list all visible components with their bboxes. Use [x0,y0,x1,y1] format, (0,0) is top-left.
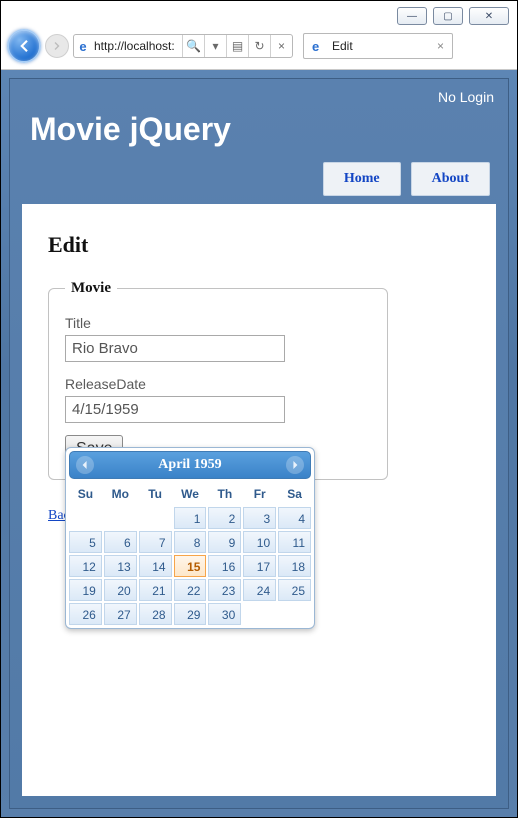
datepicker-blank [139,507,172,529]
datepicker-day[interactable]: 10 [243,531,276,553]
datepicker-dow: Mo [104,483,137,505]
datepicker-day[interactable]: 17 [243,555,276,577]
nav-forward-button [45,34,69,58]
datepicker-day[interactable]: 20 [104,579,137,601]
releasedate-field: ReleaseDate [65,376,371,423]
datepicker: April 1959 SuMoTuWeThFrSa123456789101112… [65,447,315,629]
title-field: Title [65,315,371,362]
address-tools: 🔍 ▾ ▤ ↻ × [182,35,292,57]
nav-back-button[interactable] [7,29,41,63]
compat-view-icon[interactable]: ▤ [226,35,248,57]
datepicker-month-label: April 1959 [158,457,221,473]
datepicker-day[interactable]: 24 [243,579,276,601]
arrow-left-icon [15,37,33,55]
datepicker-day[interactable]: 13 [104,555,137,577]
ie-icon: e [312,39,326,54]
page-title: Edit [48,232,470,258]
datepicker-day[interactable]: 22 [174,579,207,601]
datepicker-day[interactable]: 29 [174,603,207,625]
maximize-button[interactable]: ▢ [433,7,463,25]
datepicker-day[interactable]: 11 [278,531,311,553]
page-body: No Login Movie jQuery Home About Edit Mo… [9,78,509,809]
datepicker-day[interactable]: 25 [278,579,311,601]
nav-about[interactable]: About [411,162,490,196]
search-icon[interactable]: 🔍 [182,35,204,57]
datepicker-dow: Tu [139,483,172,505]
datepicker-prev[interactable] [76,456,94,474]
datepicker-day[interactable]: 19 [69,579,102,601]
datepicker-dow: Sa [278,483,311,505]
releasedate-input[interactable] [65,396,285,423]
ie-icon: e [74,39,92,54]
browser-window: — ▢ ✕ e 🔍 ▾ ▤ ↻ × e Edit × [0,0,518,818]
primary-nav: Home About [10,162,508,196]
datepicker-dow: Th [208,483,241,505]
datepicker-day[interactable]: 23 [208,579,241,601]
window-controls: — ▢ ✕ [1,1,517,27]
site-brand: Movie jQuery [10,105,508,162]
viewport: No Login Movie jQuery Home About Edit Mo… [1,70,517,817]
datepicker-day[interactable]: 28 [139,603,172,625]
datepicker-blank [104,507,137,529]
fieldset-legend: Movie [65,280,117,297]
datepicker-day[interactable]: 1 [174,507,207,529]
datepicker-day[interactable]: 2 [208,507,241,529]
stop-icon[interactable]: × [270,35,292,57]
tab-title: Edit [332,39,353,53]
datepicker-day[interactable]: 9 [208,531,241,553]
datepicker-dow: Fr [243,483,276,505]
title-label: Title [65,315,371,331]
datepicker-day[interactable]: 12 [69,555,102,577]
datepicker-day[interactable]: 6 [104,531,137,553]
datepicker-day[interactable]: 7 [139,531,172,553]
datepicker-day[interactable]: 15 [174,555,207,577]
datepicker-dow: Su [69,483,102,505]
title-input[interactable] [65,335,285,362]
url-dropdown-icon[interactable]: ▾ [204,35,226,57]
datepicker-day[interactable]: 4 [278,507,311,529]
browser-toolbar: e 🔍 ▾ ▤ ↻ × e Edit × [1,27,517,70]
datepicker-day[interactable]: 16 [208,555,241,577]
movie-fieldset: Movie Title ReleaseDate [48,280,388,480]
datepicker-next[interactable] [286,456,304,474]
datepicker-day[interactable]: 3 [243,507,276,529]
datepicker-day[interactable]: 14 [139,555,172,577]
login-status[interactable]: No Login [10,79,508,105]
url-input[interactable] [92,37,182,55]
datepicker-header: April 1959 [69,451,311,479]
nav-home[interactable]: Home [323,162,401,196]
datepicker-day[interactable]: 8 [174,531,207,553]
chevron-right-icon [291,461,299,469]
datepicker-dow: We [174,483,207,505]
refresh-icon[interactable]: ↻ [248,35,270,57]
minimize-button[interactable]: — [397,7,427,25]
tab-close-icon[interactable]: × [437,39,444,53]
window-close-button[interactable]: ✕ [469,7,509,25]
datepicker-grid: SuMoTuWeThFrSa12345678910111213141516171… [69,483,311,625]
datepicker-day[interactable]: 18 [278,555,311,577]
browser-tab[interactable]: e Edit × [303,33,453,59]
datepicker-day[interactable]: 5 [69,531,102,553]
chevron-left-icon [81,461,89,469]
releasedate-label: ReleaseDate [65,376,371,392]
datepicker-day[interactable]: 26 [69,603,102,625]
datepicker-blank [69,507,102,529]
datepicker-day[interactable]: 30 [208,603,241,625]
address-bar[interactable]: e 🔍 ▾ ▤ ↻ × [73,34,293,58]
datepicker-day[interactable]: 27 [104,603,137,625]
arrow-right-icon [51,40,63,52]
datepicker-day[interactable]: 21 [139,579,172,601]
content-card: Edit Movie Title ReleaseDate [22,204,496,796]
